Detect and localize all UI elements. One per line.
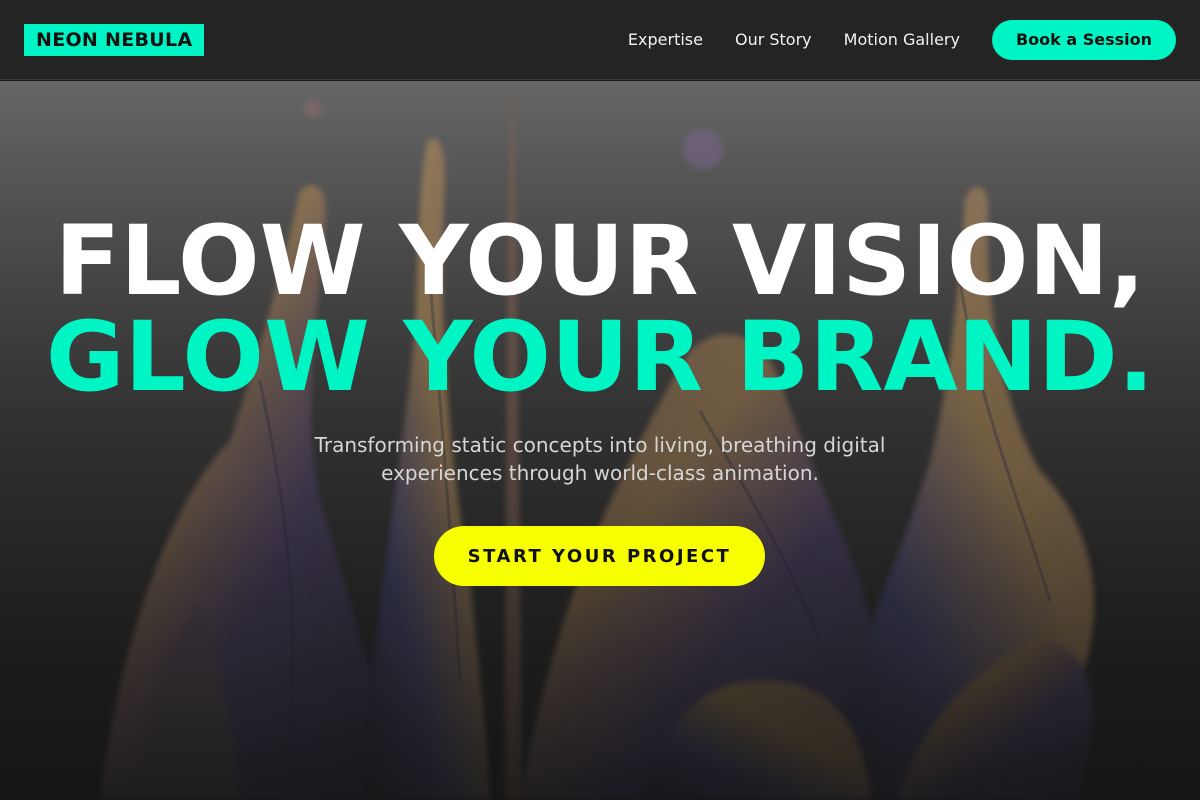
site-header: NEON NEBULA Expertise Our Story Motion G… [0, 0, 1200, 80]
hero-section: FLOW YOUR VISION, GLOW YOUR BRAND. Trans… [0, 81, 1200, 800]
start-project-button[interactable]: START YOUR PROJECT [434, 526, 765, 586]
nav-link-motion-gallery[interactable]: Motion Gallery [844, 30, 960, 50]
main-nav: Expertise Our Story Motion Gallery Book … [628, 19, 1176, 60]
hero-subtitle: Transforming static concepts into living… [314, 433, 886, 485]
hero-headline-line2: GLOW YOUR BRAND. [45, 301, 1155, 413]
hero-content: FLOW YOUR VISION, GLOW YOUR BRAND. Trans… [0, 81, 1200, 800]
book-session-button[interactable]: Book a Session [991, 19, 1176, 60]
nav-link-our-story[interactable]: Our Story [735, 30, 812, 50]
logo[interactable]: NEON NEBULA [24, 23, 205, 56]
hero-headline-line1: FLOW YOUR VISION, [54, 205, 1146, 317]
page: NEON NEBULA Expertise Our Story Motion G… [0, 0, 1200, 800]
nav-link-expertise[interactable]: Expertise [628, 30, 703, 50]
